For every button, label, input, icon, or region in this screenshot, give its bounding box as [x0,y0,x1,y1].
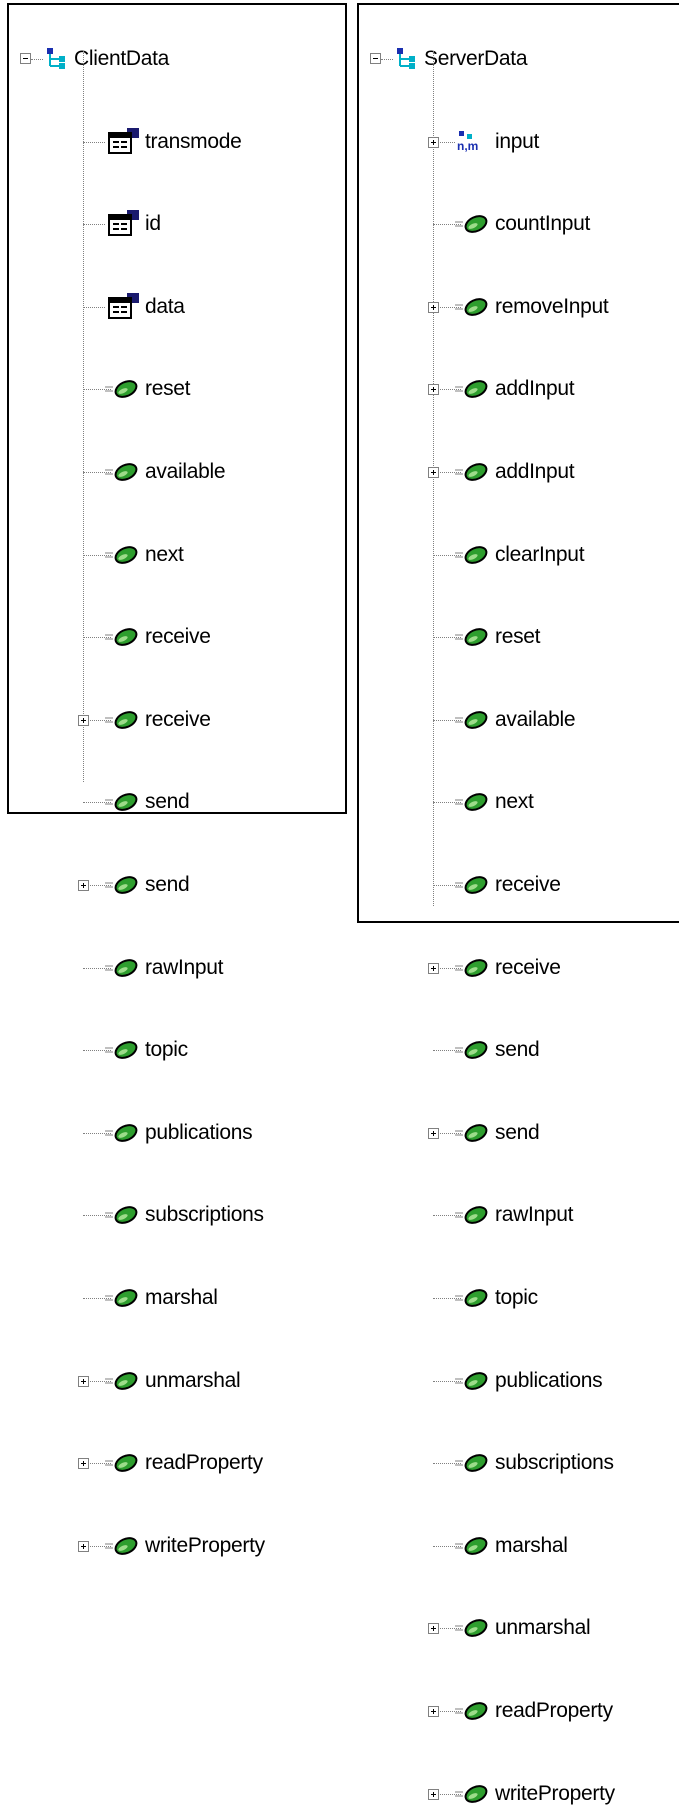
client-tree-item[interactable]: writeProperty [9,768,345,1557]
server-data-tree[interactable]: ServerData n,m input countInput removeInput a… [359,5,679,1805]
client-tree-item-label: publications [145,1120,253,1144]
server-tree-item[interactable]: next [359,397,679,813]
method-icon [455,1288,489,1313]
method-icon [455,1618,489,1643]
method-icon [455,1040,489,1065]
expand-toggle-icon[interactable] [428,962,439,974]
client-tree-item-label: send [145,873,190,896]
server-tree-item[interactable]: clearInput [359,273,679,566]
method-icon [105,1205,139,1230]
client-tree-item-label: writeProperty [145,1533,265,1557]
method-icon [105,1536,139,1561]
expand-toggle-icon[interactable] [428,1623,439,1635]
server-data-tree-panel[interactable]: ServerData n,m input countInput removeInput a… [357,3,679,1805]
server-tree-item[interactable]: n,m input [359,66,679,153]
server-tree-item-label: writeProperty [495,1781,615,1805]
server-tree-item-label: readProperty [495,1699,613,1722]
method-icon [105,1288,139,1313]
server-tree-item[interactable]: send [359,562,679,1144]
client-tree-item-label: rawInput [145,955,224,979]
client-tree-item[interactable]: transmode [9,66,345,154]
method-icon [105,875,139,900]
client-data-tree[interactable]: ClientData transmode id data reset available n… [9,5,345,1557]
server-tree-item[interactable]: available [359,355,679,731]
client-tree-item[interactable]: readProperty [9,727,345,1474]
method-icon [455,1123,489,1148]
client-tree-item[interactable]: receive [9,355,345,731]
server-tree-item[interactable]: readProperty [359,851,679,1722]
client-tree-item[interactable]: unmarshal [9,686,345,1392]
client-tree-item[interactable]: available [9,232,345,483]
method-icon [105,1123,139,1148]
method-icon [455,1536,489,1561]
client-tree-item[interactable]: data [9,149,345,319]
method-icon [105,958,139,983]
server-root-node[interactable]: ServerData [359,25,679,70]
client-root-node[interactable]: ClientData [9,25,345,70]
method-icon [105,1040,139,1065]
expand-toggle-icon[interactable] [78,1375,89,1387]
method-icon [105,1453,139,1478]
client-tree-item-label: unmarshal [145,1368,241,1392]
expand-toggle-icon[interactable] [78,880,89,891]
client-tree-item[interactable]: receive [9,314,345,648]
method-icon [455,1784,489,1809]
server-tree-item-label: subscriptions [495,1451,614,1475]
server-tree-item-label: send [495,1038,540,1062]
method-icon [455,1701,489,1726]
server-tree-item[interactable]: countInput [359,108,679,235]
method-icon [455,1453,489,1478]
client-tree-item-label: readProperty [145,1451,263,1475]
server-tree-item-label: receive [495,955,561,979]
server-tree-item[interactable]: unmarshal [359,810,679,1639]
server-tree-item-label: rawInput [495,1203,574,1227]
server-tree-item[interactable]: writeProperty [359,892,679,1805]
client-tree-item-label: topic [145,1038,188,1062]
server-tree-item[interactable]: receive [359,479,679,979]
client-tree-item[interactable]: next [9,273,345,566]
client-tree-item-label: marshal [145,1286,218,1309]
expand-toggle-icon[interactable] [78,1540,89,1552]
client-data-tree-panel[interactable]: ClientData transmode id data reset available n… [7,3,347,1557]
server-tree-item[interactable]: addInput [359,190,679,400]
server-tree-item[interactable]: removeInput [359,149,679,318]
client-tree-item[interactable]: send [9,397,345,813]
method-icon [105,1371,139,1396]
method-icon [455,1371,489,1396]
server-tree-item-label: send [495,1120,540,1144]
server-tree-item[interactable]: addInput [359,232,679,483]
tree-connector-line [31,59,43,60]
method-icon [455,958,489,983]
server-tree-item-label: marshal [495,1533,568,1557]
server-tree-item[interactable]: receive [359,438,679,896]
expand-toggle-icon[interactable] [428,1127,439,1139]
server-tree-item-label: publications [495,1368,603,1392]
expand-toggle-icon[interactable] [78,1458,89,1470]
tree-connector-line [381,59,393,60]
server-tree-item[interactable]: publications [359,686,679,1392]
server-tree-item[interactable]: marshal [359,768,679,1557]
server-tree-item[interactable]: subscriptions [359,727,679,1474]
client-tree-item[interactable]: rawInput [9,479,345,979]
client-tree-item[interactable]: id [9,108,345,237]
collapse-toggle-icon[interactable] [370,53,381,64]
method-icon [455,1205,489,1230]
server-tree-item-label: topic [495,1286,538,1309]
server-tree-item-label: unmarshal [495,1616,591,1640]
server-tree-item[interactable]: rawInput [359,603,679,1226]
client-tree-item[interactable]: topic [9,521,345,1061]
collapse-toggle-icon[interactable] [20,53,31,64]
client-tree-item-label: subscriptions [145,1203,264,1227]
expand-toggle-icon[interactable] [428,1706,439,1717]
client-tree-item[interactable]: send [9,438,345,896]
client-tree-item[interactable]: reset [9,190,345,400]
server-tree-item[interactable]: send [359,521,679,1061]
client-tree-item[interactable]: subscriptions [9,603,345,1226]
server-tree-item[interactable]: topic [359,645,679,1309]
expand-toggle-icon[interactable] [428,1788,439,1800]
server-tree-item[interactable]: reset [359,314,679,648]
client-tree-item[interactable]: publications [9,562,345,1144]
client-tree-item[interactable]: marshal [9,645,345,1309]
